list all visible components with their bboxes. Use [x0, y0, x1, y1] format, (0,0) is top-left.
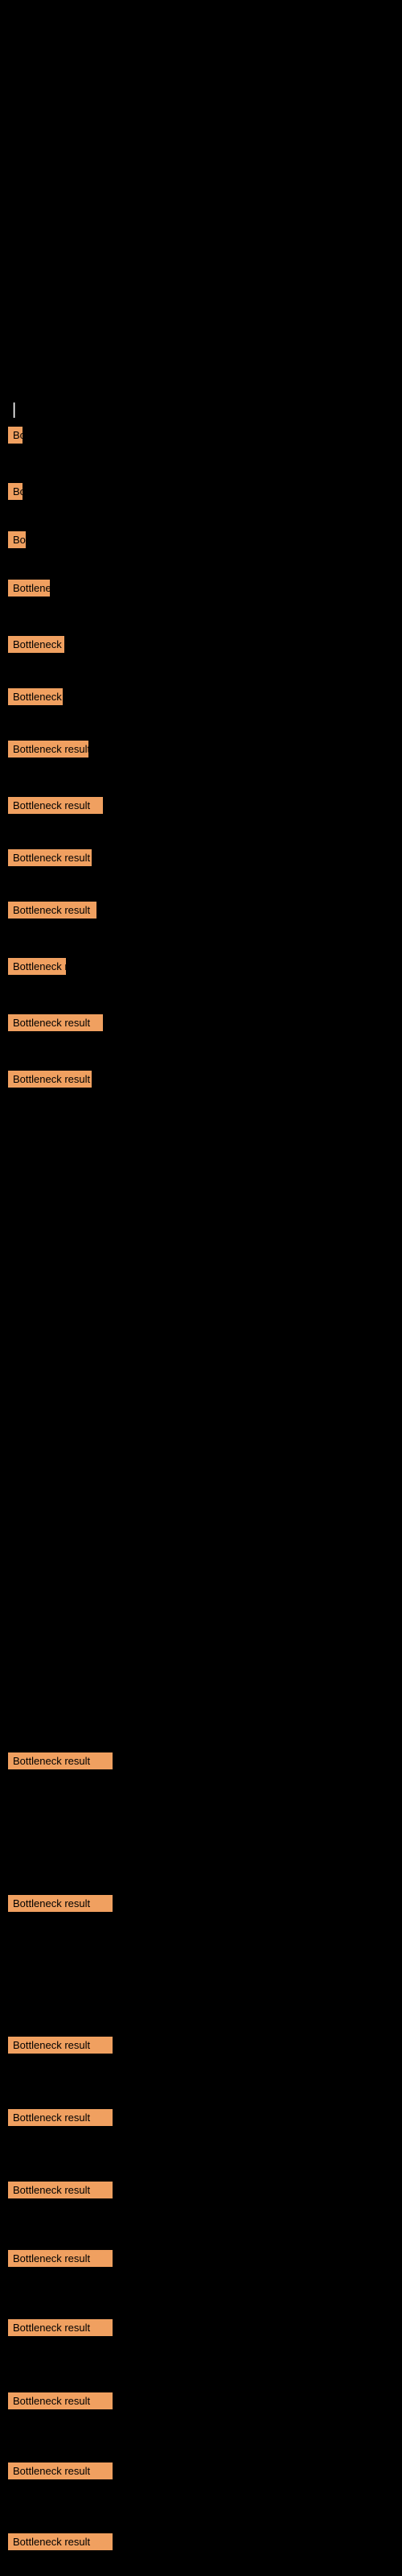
- bottleneck-label-19: Bottleneck result: [8, 2250, 113, 2267]
- bottleneck-label-9: Bottleneck result: [8, 849, 92, 866]
- bottleneck-item-13: Bottleneck result: [8, 1071, 92, 1092]
- bottleneck-item-11: Bottleneck result: [8, 958, 66, 979]
- bottleneck-label-7: Bottleneck result: [8, 741, 88, 758]
- cursor-indicator: |: [4, 394, 24, 426]
- bottleneck-label-20: Bottleneck result: [8, 2319, 113, 2336]
- bottleneck-item-1: Bottleneck result: [8, 427, 23, 448]
- bottleneck-item-20: Bottleneck result: [8, 2319, 113, 2336]
- bottleneck-label-5: Bottleneck result: [8, 636, 64, 653]
- bottleneck-label-2: Bottleneck result: [8, 483, 23, 500]
- page-wrapper: | Bottleneck result Bottleneck result Bott…: [0, 0, 402, 2576]
- bottleneck-label-21: Bottleneck result: [8, 2392, 113, 2409]
- bottleneck-label-14: Bottleneck result: [8, 1752, 113, 1769]
- bottleneck-item-19: Bottleneck result: [8, 2250, 113, 2267]
- bottleneck-item-10: Bottleneck result: [8, 902, 96, 923]
- bottleneck-label-16: Bottleneck result: [8, 2037, 113, 2054]
- bottleneck-item-21: Bottleneck result: [8, 2392, 113, 2409]
- bottleneck-item-18: Bottleneck result: [8, 2182, 113, 2198]
- bottleneck-item-12: Bottleneck result: [8, 1014, 103, 1035]
- bottleneck-item-9: Bottleneck result: [8, 849, 92, 870]
- bottleneck-item-6: Bottleneck result: [8, 688, 63, 709]
- bottleneck-item-3: Bottleneck result: [8, 531, 26, 552]
- bottleneck-item-8: Bottleneck result: [8, 797, 103, 818]
- bottleneck-label-4: Bottleneck result: [8, 580, 50, 597]
- bottleneck-label-22: Bottleneck result: [8, 2462, 113, 2479]
- bottleneck-label-3: Bottleneck result: [8, 531, 26, 548]
- bottleneck-label-17: Bottleneck result: [8, 2109, 113, 2126]
- bottleneck-label-23: Bottleneck result: [8, 2533, 113, 2550]
- bottleneck-item-14: Bottleneck result: [8, 1752, 113, 1769]
- bottleneck-item-16: Bottleneck result: [8, 2037, 113, 2054]
- bottleneck-item-17: Bottleneck result: [8, 2109, 113, 2126]
- bottleneck-label-10: Bottleneck result: [8, 902, 96, 919]
- bottleneck-label-12: Bottleneck result: [8, 1014, 103, 1031]
- bottleneck-item-5: Bottleneck result: [8, 636, 64, 657]
- bottleneck-item-22: Bottleneck result: [8, 2462, 113, 2479]
- bottleneck-label-15: Bottleneck result: [8, 1895, 113, 1912]
- bottleneck-label-1: Bottleneck result: [8, 427, 23, 444]
- bottleneck-label-6: Bottleneck result: [8, 688, 63, 705]
- bottleneck-label-8: Bottleneck result: [8, 797, 103, 814]
- bottleneck-item-23: Bottleneck result: [8, 2533, 113, 2550]
- bottleneck-label-18: Bottleneck result: [8, 2182, 113, 2198]
- bottleneck-label-13: Bottleneck result: [8, 1071, 92, 1088]
- bottleneck-label-11: Bottleneck result: [8, 958, 66, 975]
- bottleneck-item-2: Bottleneck result: [8, 483, 23, 504]
- bottleneck-item-7: Bottleneck result: [8, 741, 88, 762]
- bottleneck-item-15: Bottleneck result: [8, 1895, 113, 1912]
- main-content-area: [0, 16, 402, 411]
- site-title: [0, 0, 402, 16]
- bottleneck-item-4: Bottleneck result: [8, 580, 50, 601]
